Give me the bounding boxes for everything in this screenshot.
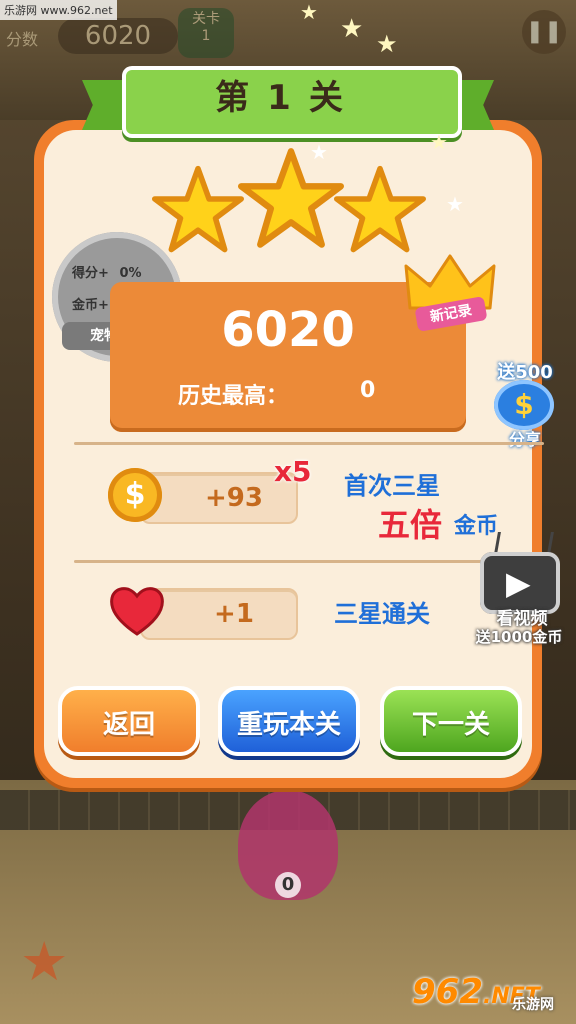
three-star-clear-label: 三星通关 — [334, 600, 430, 628]
best-score-label: 历史最高： — [178, 384, 289, 409]
coin-stack-icon: $ — [494, 380, 554, 430]
sparkle-icon: ★ — [430, 130, 448, 154]
multiplier-label: x5 — [274, 455, 312, 488]
sparkle-icon: ★ — [340, 14, 364, 44]
sparkle-icon: ★ — [300, 0, 318, 24]
watermark-top: 乐游网 www.962.net — [0, 0, 117, 20]
share-button[interactable]: 送500 $ 分享 — [486, 358, 564, 450]
logo-cn: 乐游网 — [512, 997, 554, 1013]
pet-bonus-coin-label: 金币+ — [72, 298, 109, 313]
watch-video-reward: 送1000金币 — [475, 628, 563, 646]
starfish-icon: ★ — [20, 930, 69, 993]
share-label: 分享 — [508, 430, 541, 449]
pet-bonus-score-value: 0% — [119, 266, 142, 281]
sparkle-icon: ★ — [376, 30, 398, 58]
pet-bonus-score: 得分+ 0% — [72, 262, 168, 281]
heart-icon — [108, 584, 166, 638]
coin-icon: $ — [108, 468, 162, 522]
play-icon: ▶ — [506, 564, 531, 602]
promo-five-times: 五倍 — [378, 506, 443, 544]
hud-level-value: 1 — [201, 28, 211, 44]
back-button[interactable]: 返回 — [58, 686, 200, 756]
divider — [74, 442, 544, 445]
star-icon-2 — [238, 146, 344, 252]
star-icon-3 — [334, 164, 426, 256]
replay-button[interactable]: 重玩本关 — [218, 686, 360, 756]
promo-first-three-star: 首次三星 — [344, 472, 440, 500]
tv-antenna — [494, 532, 554, 554]
hud-score-label: 分数 — [6, 30, 39, 49]
pause-icon: ❚❚ — [525, 19, 563, 44]
sparkle-icon: ★ — [446, 192, 464, 216]
hud-level-label: 关卡 — [192, 11, 220, 27]
monster-counter: 0 — [275, 872, 301, 898]
hud-level: 关卡 1 — [178, 8, 234, 58]
watch-video-button[interactable]: ▶ 看视频 送1000金币 — [472, 532, 572, 648]
hud-score: 6020 — [58, 18, 178, 54]
new-record-crown: 新记录 — [402, 252, 498, 336]
best-score-value: 0 — [360, 378, 376, 403]
level-title: 第1关 — [215, 78, 361, 118]
pause-button[interactable]: ❚❚ — [522, 10, 566, 54]
pet-bonus-score-label: 得分+ — [72, 266, 109, 281]
coin-reward-value: +93 — [205, 483, 263, 513]
sparkle-icon: ★ — [310, 140, 328, 164]
next-level-button[interactable]: 下一关 — [380, 686, 522, 756]
site-logo: 962.NET 乐游网 — [412, 972, 568, 1016]
